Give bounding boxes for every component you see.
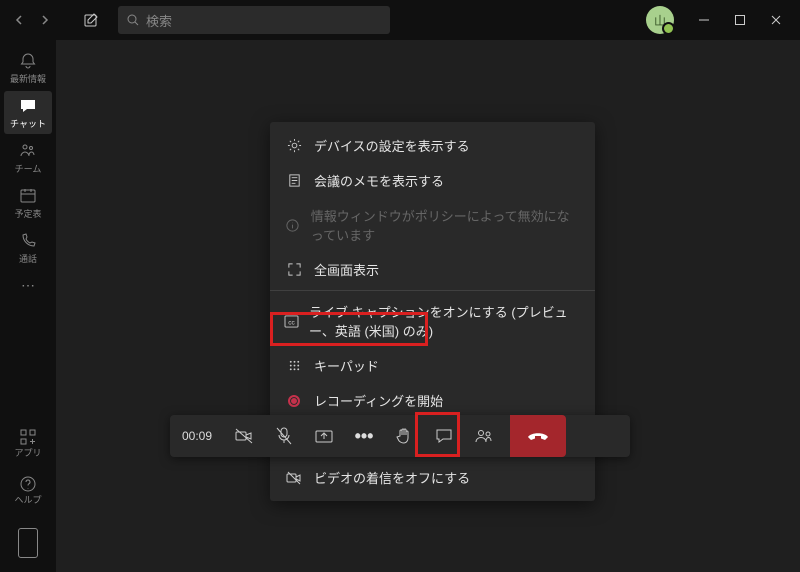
sidebar-item-activity[interactable]: 最新情報 [4, 46, 52, 89]
menu-item-fullscreen[interactable]: 全画面表示 [270, 252, 595, 287]
window-close-button[interactable] [758, 6, 794, 34]
compose-button[interactable] [78, 7, 104, 33]
avatar[interactable]: 山 [646, 6, 674, 34]
search-input[interactable]: 検索 [118, 6, 390, 34]
menu-item-label: ビデオの着信をオフにする [314, 468, 470, 487]
keypad-icon [284, 358, 304, 373]
menu-item-label: キーパッド [314, 356, 379, 375]
menu-item-meeting-notes[interactable]: 会議のメモを表示する [270, 163, 595, 198]
sidebar-item-calls[interactable]: 通話 [4, 226, 52, 269]
mobile-icon [18, 528, 38, 558]
notes-icon [284, 173, 304, 188]
menu-item-device-settings[interactable]: デバイスの設定を表示する [270, 128, 595, 163]
menu-item-label: レコーディングを開始 [314, 391, 443, 410]
cc-icon: cc [284, 315, 299, 328]
fullscreen-icon [284, 262, 304, 277]
nav-back-button[interactable] [6, 7, 32, 33]
sidebar-item-chat[interactable]: チャット [4, 91, 52, 134]
menu-item-label: 情報ウィンドウがポリシーによって無効になっています [311, 206, 581, 244]
svg-text:cc: cc [288, 319, 295, 326]
sidebar-more-button[interactable]: ⋯ [21, 277, 35, 294]
sidebar-item-label: 予定表 [14, 207, 41, 220]
participants-button[interactable] [464, 415, 504, 457]
sidebar-item-calendar[interactable]: 予定表 [4, 181, 52, 224]
menu-item-label: ライブ キャプションをオンにする (プレビュー、英語 (米国) のみ) [309, 302, 581, 340]
call-timer: 00:09 [170, 429, 224, 443]
menu-item-keypad[interactable]: キーパッド [270, 348, 595, 383]
menu-item-label: デバイスの設定を表示する [314, 136, 470, 155]
share-screen-button[interactable] [304, 415, 344, 457]
avatar-initials: 山 [654, 12, 666, 29]
menu-separator [270, 290, 595, 291]
menu-item-label: 全画面表示 [314, 260, 379, 279]
gear-icon [284, 138, 304, 153]
menu-item-incoming-video-off[interactable]: ビデオの着信をオフにする [270, 460, 595, 495]
search-placeholder: 検索 [146, 11, 172, 30]
mic-toggle-button[interactable] [264, 415, 304, 457]
menu-item-info-disabled: 情報ウィンドウがポリシーによって無効になっています [270, 198, 595, 252]
sidebar-item-teams[interactable]: チーム [4, 136, 52, 179]
sidebar-item-label: チャット [10, 117, 46, 130]
raise-hand-button[interactable] [384, 415, 424, 457]
sidebar-item-label: ヘルプ [14, 493, 41, 506]
sidebar-item-label: 最新情報 [10, 72, 46, 85]
window-minimize-button[interactable] [686, 6, 722, 34]
sidebar-item-apps[interactable]: アプリ [4, 420, 52, 467]
call-control-bar: 00:09 ••• [170, 415, 630, 457]
hangup-button[interactable] [510, 415, 566, 457]
menu-item-start-recording[interactable]: レコーディングを開始 [270, 383, 595, 418]
nav-forward-button[interactable] [32, 7, 58, 33]
info-icon [284, 218, 301, 233]
camera-toggle-button[interactable] [224, 415, 264, 457]
menu-item-live-captions[interactable]: cc ライブ キャプションをオンにする (プレビュー、英語 (米国) のみ) [270, 294, 595, 348]
sidebar-item-mobile[interactable] [4, 514, 52, 572]
chat-button[interactable] [424, 415, 464, 457]
more-actions-button[interactable]: ••• [344, 415, 384, 457]
window-maximize-button[interactable] [722, 6, 758, 34]
sidebar-item-label: アプリ [14, 446, 41, 459]
sidebar-item-help[interactable]: ヘルプ [4, 467, 52, 514]
record-icon [284, 395, 304, 407]
search-icon [126, 13, 140, 27]
sidebar-item-label: 通話 [19, 252, 37, 265]
menu-item-label: 会議のメモを表示する [314, 171, 444, 190]
sidebar: 最新情報 チャット チーム 予定表 通話 ⋯ アプリ ヘルプ [0, 40, 56, 572]
video-off-icon [284, 471, 304, 485]
sidebar-item-label: チーム [15, 162, 42, 175]
